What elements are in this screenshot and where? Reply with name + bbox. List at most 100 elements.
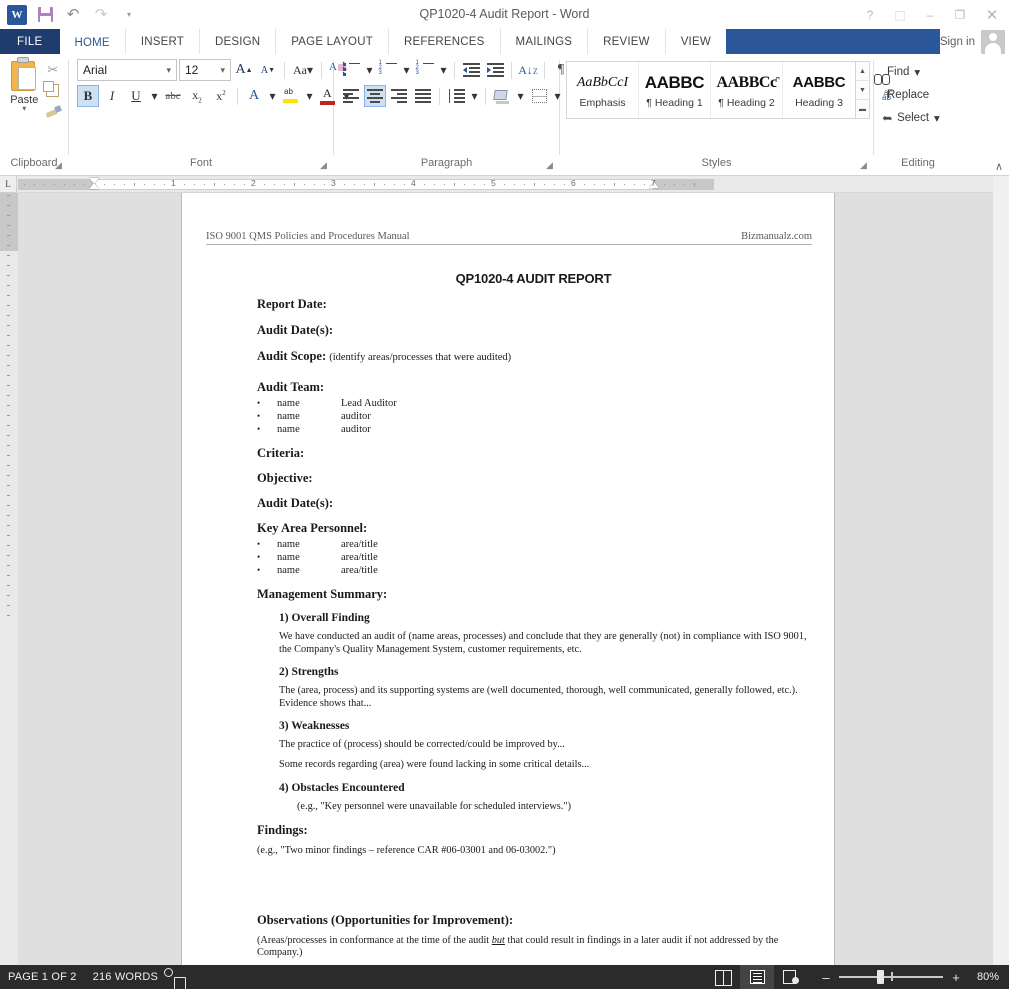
- tab-file[interactable]: FILE: [0, 29, 60, 54]
- text-effects-icon[interactable]: A: [243, 85, 265, 107]
- select-caret[interactable]: ▾: [934, 111, 940, 125]
- tab-review[interactable]: REVIEW: [587, 29, 665, 54]
- align-right-button[interactable]: [388, 85, 410, 107]
- font-size-combo[interactable]: 12 ▾: [179, 59, 231, 81]
- ribbon-display-options-button[interactable]: ⬚: [885, 0, 915, 29]
- find-caret[interactable]: ▾: [914, 65, 920, 79]
- paste-button[interactable]: Paste ▾: [7, 57, 42, 120]
- document-header[interactable]: ISO 9001 QMS Policies and Procedures Man…: [206, 231, 812, 245]
- tab-page-layout[interactable]: PAGE LAYOUT: [275, 29, 388, 54]
- tab-mailings[interactable]: MAILINGS: [499, 29, 588, 54]
- cut-icon[interactable]: ✂: [44, 61, 62, 78]
- tab-view[interactable]: VIEW: [664, 29, 726, 54]
- web-layout-button[interactable]: [774, 965, 808, 989]
- zoom-in-button[interactable]: +: [950, 970, 962, 985]
- word-logo-icon[interactable]: W: [4, 3, 30, 27]
- clipboard-dialog-launcher[interactable]: ◢: [53, 157, 64, 170]
- minimize-button[interactable]: –: [915, 0, 945, 29]
- font-dialog-launcher[interactable]: ◢: [318, 157, 329, 170]
- superscript-button[interactable]: x2: [210, 85, 232, 107]
- horizontal-ruler[interactable]: 1 2 3 4 5 6 7: [18, 176, 993, 193]
- save-icon[interactable]: [32, 3, 58, 27]
- zoom-out-button[interactable]: –: [820, 970, 832, 985]
- sign-in-link[interactable]: Sign in: [940, 36, 975, 48]
- change-case-button[interactable]: Aa ▾: [290, 59, 316, 81]
- borders-icon[interactable]: [528, 85, 550, 107]
- help-button[interactable]: ?: [855, 0, 885, 29]
- sort-icon[interactable]: A↓Z: [517, 59, 539, 81]
- align-center-button[interactable]: [364, 85, 386, 107]
- collapse-ribbon-button[interactable]: ∧: [995, 160, 1003, 173]
- tab-home[interactable]: HOME: [59, 29, 125, 54]
- zoom-level[interactable]: 80%: [969, 971, 999, 983]
- ruler-number: 4: [411, 178, 416, 188]
- bold-button[interactable]: B: [77, 85, 99, 107]
- multilevel-list-icon[interactable]: 123: [414, 59, 436, 81]
- styles-scroll-down-button[interactable]: ▼: [856, 81, 869, 100]
- redo-icon[interactable]: ↷: [88, 3, 114, 27]
- bullets-icon[interactable]: • • •: [340, 59, 362, 81]
- shrink-font-button[interactable]: A ▼: [257, 59, 279, 81]
- strikethrough-button[interactable]: abc: [162, 85, 184, 107]
- customize-qat-icon[interactable]: ▾: [116, 3, 142, 27]
- undo-icon[interactable]: ↶: [60, 3, 86, 27]
- text-effects-caret[interactable]: ▾: [267, 85, 278, 107]
- print-layout-button[interactable]: [740, 965, 774, 989]
- style-heading-2[interactable]: AABBCƈ ¶ Heading 2: [711, 62, 783, 118]
- increase-indent-icon[interactable]: [484, 59, 506, 81]
- find-button[interactable]: Find ▾: [882, 61, 940, 82]
- group-label-editing: Editing: [901, 157, 935, 169]
- styles-scroll-up-button[interactable]: ▲: [856, 62, 869, 81]
- highlight-color-icon[interactable]: [280, 85, 302, 107]
- line-spacing-icon[interactable]: [445, 85, 467, 107]
- avatar[interactable]: [981, 29, 1005, 54]
- numbering-icon[interactable]: 123: [377, 59, 399, 81]
- underline-dropdown-caret[interactable]: ▾: [149, 85, 160, 107]
- styles-dialog-launcher[interactable]: ◢: [858, 157, 869, 170]
- tab-references[interactable]: REFERENCES: [387, 29, 500, 54]
- document-page[interactable]: ISO 9001 QMS Policies and Procedures Man…: [181, 193, 835, 965]
- copy-icon[interactable]: [43, 81, 62, 99]
- underline-button[interactable]: U: [125, 85, 147, 107]
- bullets-caret[interactable]: ▾: [364, 59, 375, 81]
- vertical-ruler[interactable]: L: [0, 176, 18, 965]
- tab-selector-button[interactable]: L: [0, 176, 17, 193]
- zoom-slider[interactable]: [839, 970, 943, 984]
- justify-button[interactable]: [412, 85, 434, 107]
- subscript-button[interactable]: x2: [186, 85, 208, 107]
- style-heading-3[interactable]: AABBC Heading 3: [783, 62, 855, 118]
- document-body[interactable]: ISO 9001 QMS Policies and Procedures Man…: [182, 193, 836, 960]
- highlight-color-caret[interactable]: ▾: [304, 85, 315, 107]
- replace-button[interactable]: Replace: [882, 84, 940, 105]
- decrease-indent-icon[interactable]: [460, 59, 482, 81]
- numbering-caret[interactable]: ▾: [401, 59, 412, 81]
- read-mode-button[interactable]: [706, 965, 740, 989]
- zoom-slider-knob[interactable]: [877, 970, 884, 984]
- paragraph-dialog-launcher[interactable]: ◢: [544, 157, 555, 170]
- italic-button[interactable]: I: [101, 85, 123, 107]
- shading-icon[interactable]: [491, 85, 513, 107]
- document-canvas[interactable]: ISO 9001 QMS Policies and Procedures Man…: [18, 193, 993, 965]
- field-audit-dates: Audit Date(s):: [257, 323, 334, 337]
- font-name-combo[interactable]: Arial ▾: [77, 59, 177, 81]
- format-painter-icon[interactable]: [44, 103, 62, 120]
- paste-dropdown-caret[interactable]: ▾: [22, 105, 26, 113]
- line-spacing-caret[interactable]: ▾: [469, 85, 480, 107]
- page-indicator[interactable]: PAGE 1 OF 2: [8, 971, 77, 983]
- group-font: Arial ▾ 12 ▾ A▲ A▼ Aa▾ B I: [69, 54, 350, 175]
- multilevel-list-caret[interactable]: ▾: [438, 59, 449, 81]
- style-emphasis[interactable]: AaBbCcI Emphasis: [567, 62, 639, 118]
- tab-insert[interactable]: INSERT: [124, 29, 199, 54]
- vertical-scrollbar[interactable]: [993, 176, 1009, 965]
- style-heading-1[interactable]: AABBC ¶ Heading 1: [639, 62, 711, 118]
- restore-button[interactable]: ❐: [945, 0, 975, 29]
- hanging-indent-marker[interactable]: [89, 183, 99, 189]
- close-button[interactable]: ✕: [975, 0, 1009, 29]
- word-count[interactable]: 216 WORDS: [93, 971, 158, 983]
- shading-caret[interactable]: ▾: [515, 85, 526, 107]
- grow-font-button[interactable]: A ▲: [233, 59, 255, 81]
- select-button[interactable]: ➦ Select ▾: [882, 107, 940, 128]
- styles-more-button[interactable]: ▬: [856, 100, 869, 118]
- align-left-button[interactable]: [340, 85, 362, 107]
- tab-design[interactable]: DESIGN: [198, 29, 276, 54]
